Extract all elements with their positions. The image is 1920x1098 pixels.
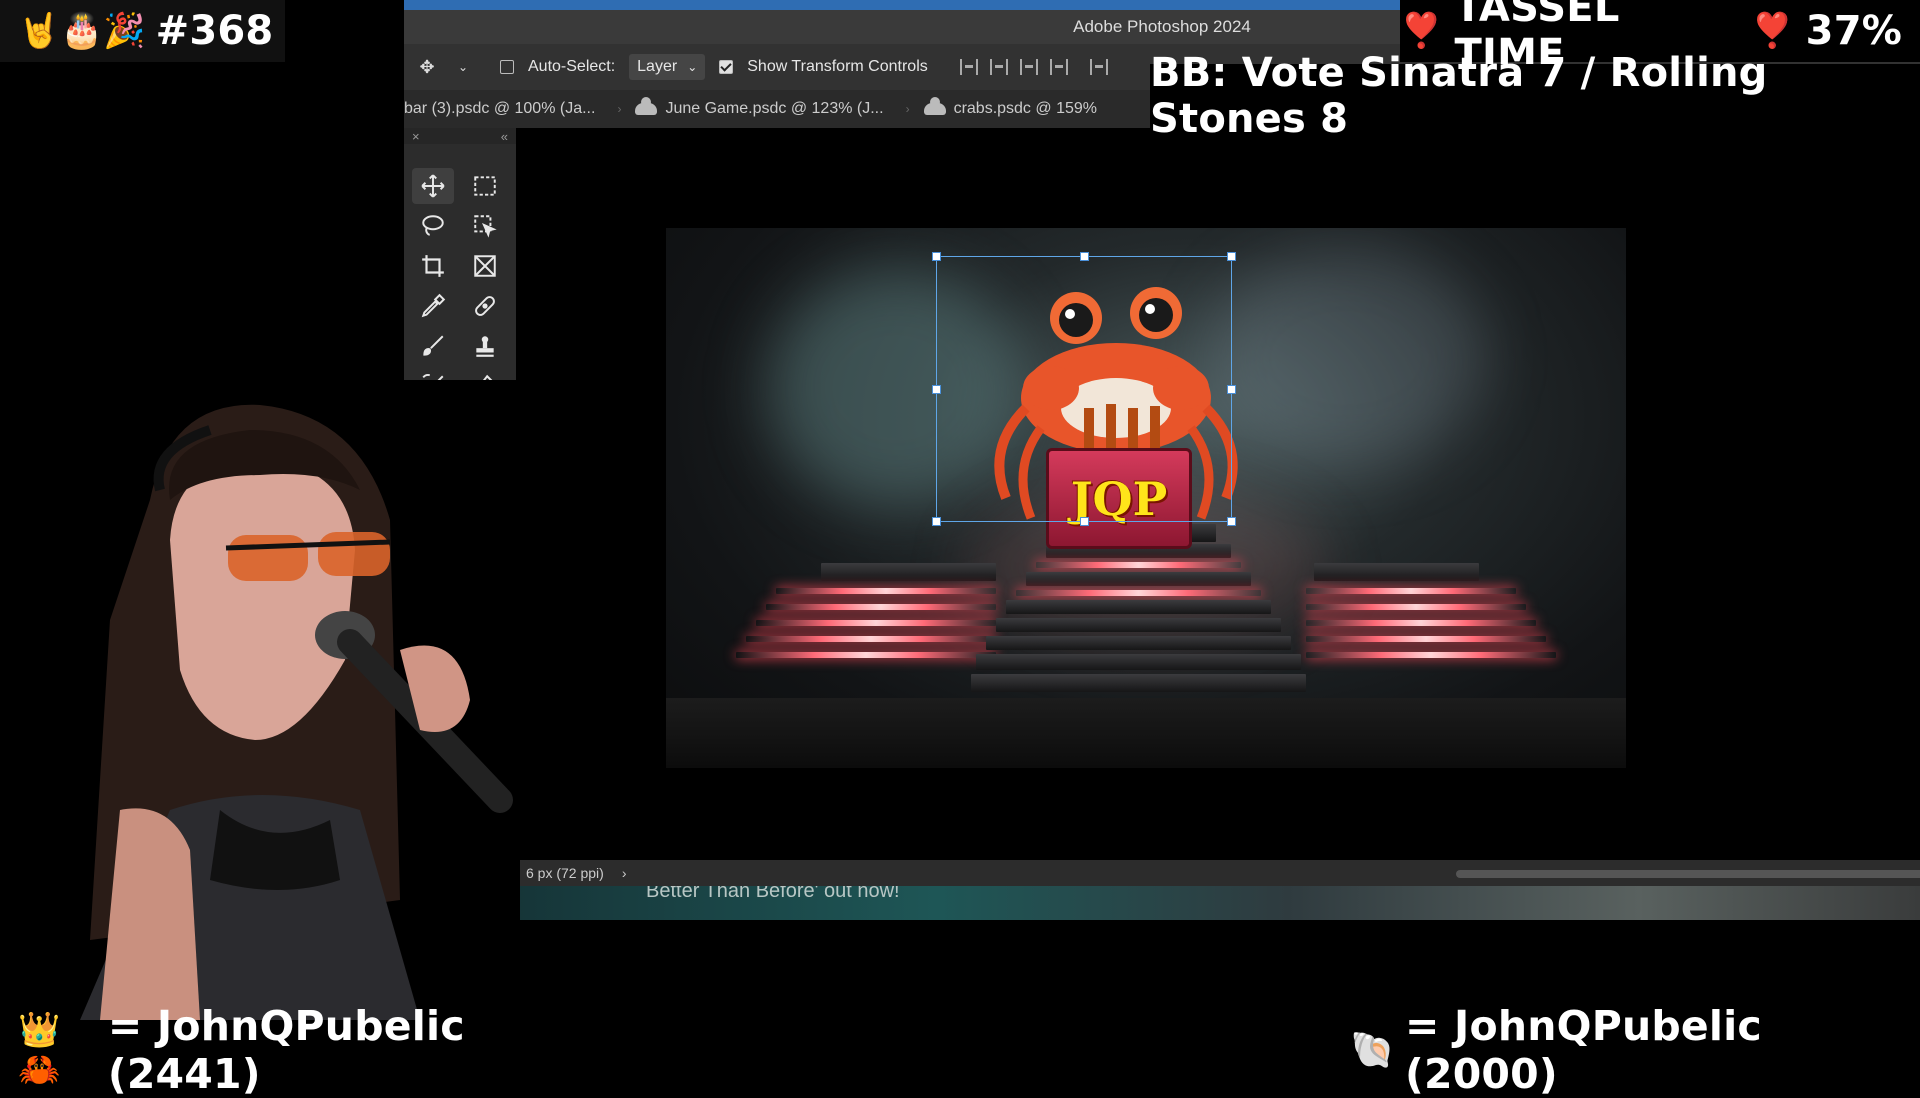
king-leaderboard: 👑🦀 = JohnQPubelic (2441) <box>0 1002 600 1098</box>
show-transform-checkbox[interactable] <box>719 60 734 74</box>
transform-handle[interactable] <box>932 385 941 394</box>
auto-select-checkbox[interactable] <box>500 60 514 74</box>
lower-banner-caption: Better Than Before' out now! <box>646 886 900 902</box>
auto-select-label: Auto-Select: <box>528 58 616 75</box>
lasso-tool-icon[interactable] <box>412 208 454 244</box>
center-step <box>1006 600 1271 614</box>
cloud-icon <box>635 97 658 115</box>
tassel-percent: 37% <box>1805 8 1902 54</box>
show-transform-label: Show Transform Controls <box>747 58 928 75</box>
transform-handle[interactable] <box>1227 385 1236 394</box>
tab-separator-icon: › <box>617 102 622 116</box>
healing-tool-icon[interactable] <box>464 288 506 324</box>
close-icon[interactable]: × <box>412 129 420 144</box>
align-right-icon[interactable] <box>1019 59 1038 75</box>
marquee-tool-icon[interactable] <box>464 168 506 204</box>
layer-select[interactable]: Layer ⌄ <box>629 54 706 80</box>
align-center-icon[interactable] <box>989 59 1008 75</box>
center-step <box>986 636 1291 650</box>
left-neon-step <box>756 620 996 626</box>
canvas-area[interactable]: JQP <box>516 128 1920 868</box>
chevron-down-icon[interactable]: ⌄ <box>452 56 474 78</box>
distribute-icon[interactable] <box>1049 59 1068 75</box>
chevron-down-icon: ⌄ <box>687 60 698 74</box>
tab-label: bar (3).psdc @ 100% (Ja... <box>404 100 596 117</box>
tab-label: crabs.psdc @ 159% <box>953 100 1097 117</box>
left-neon-step <box>746 636 996 642</box>
transform-handle[interactable] <box>1227 517 1236 526</box>
tab-bar-3[interactable]: bar (3).psdc @ 100% (Ja... <box>404 90 617 128</box>
transform-handle[interactable] <box>932 252 941 261</box>
brush-tool-icon[interactable] <box>412 328 454 364</box>
tool-row <box>412 248 508 288</box>
collapse-icon[interactable]: « <box>501 129 508 144</box>
transform-bounding-box[interactable] <box>932 252 1236 526</box>
left-neon-step <box>736 652 996 658</box>
align-controls <box>959 59 1108 75</box>
tool-row <box>412 208 508 248</box>
center-neon-step <box>1016 590 1261 596</box>
webcam-feed <box>0 380 520 1020</box>
tools-panel-header: × « <box>404 128 516 144</box>
object-select-tool-icon[interactable] <box>464 208 506 244</box>
transform-handle[interactable] <box>1080 517 1089 526</box>
artwork-canvas[interactable]: JQP <box>666 228 1626 768</box>
left-podium-top <box>821 563 996 581</box>
vote-banner: BB: Vote Sinatra 7 / Rolling Stones 8 <box>1150 50 1920 142</box>
counter-number: #368 <box>155 8 274 54</box>
move-tool-icon[interactable] <box>412 168 454 204</box>
tab-separator-icon: › <box>905 102 910 116</box>
center-step <box>971 674 1306 692</box>
align-left-icon[interactable] <box>959 59 978 75</box>
center-step <box>996 618 1281 632</box>
align-top-icon[interactable] <box>1089 59 1108 75</box>
left-neon-step <box>776 588 996 594</box>
king-leader-text: = JohnQPubelic (2441) <box>107 1002 465 1098</box>
lower-banner: Better Than Before' out now! <box>516 886 1920 920</box>
heart-icon: ❣️ <box>1751 11 1794 51</box>
window-title: Adobe Photoshop 2024 <box>1073 17 1251 36</box>
center-step <box>976 654 1301 670</box>
right-neon-step <box>1306 604 1526 610</box>
transform-handle[interactable] <box>1227 252 1236 261</box>
cloud-icon <box>923 97 946 115</box>
tool-row <box>412 288 508 328</box>
layer-select-value: Layer <box>637 58 678 75</box>
center-neon-step <box>1036 562 1241 568</box>
document-info: 6 px (72 ppi) <box>526 865 604 881</box>
stamp-tool-icon[interactable] <box>464 328 506 364</box>
tool-row <box>412 168 508 208</box>
right-neon-step <box>1306 588 1516 594</box>
eyedropper-tool-icon[interactable] <box>412 288 454 324</box>
streamer-image <box>0 380 520 1020</box>
right-neon-step <box>1306 620 1536 626</box>
crop-tool-icon[interactable] <box>412 248 454 284</box>
status-menu-arrow-icon[interactable]: › <box>622 865 627 881</box>
heart-icon: ❣️ <box>1400 11 1443 51</box>
shell-leader-text: = JohnQPubelic (2000) <box>1405 1002 1762 1098</box>
right-podium-top <box>1314 563 1479 581</box>
center-step <box>1026 572 1251 586</box>
counter-emoji-icons: 🤘🎂🎉 <box>18 11 146 51</box>
left-neon-step <box>766 604 996 610</box>
tab-label: June Game.psdc @ 123% (J... <box>665 100 884 117</box>
frame-tool-icon[interactable] <box>464 248 506 284</box>
transform-handle[interactable] <box>932 517 941 526</box>
right-neon-step <box>1306 652 1556 658</box>
vote-text: BB: Vote Sinatra 7 / Rolling Stones 8 <box>1150 50 1768 142</box>
move-icon[interactable]: ✥ <box>416 56 438 78</box>
tool-row <box>412 328 508 368</box>
shell-icon: 🐚 <box>1350 1030 1396 1071</box>
right-neon-step <box>1306 636 1546 642</box>
status-bar: 6 px (72 ppi) › <box>516 860 1920 886</box>
shell-leaderboard: 🐚 = JohnQPubelic (2000) <box>1350 1002 1920 1098</box>
horizontal-scrollbar[interactable] <box>1456 870 1920 878</box>
transform-handle[interactable] <box>1080 252 1089 261</box>
crown-crab-icons: 👑🦀 <box>18 1010 61 1090</box>
tab-crabs[interactable]: crabs.psdc @ 159% <box>923 90 1119 128</box>
tab-june-game[interactable]: June Game.psdc @ 123% (J... <box>635 90 905 128</box>
floor <box>666 698 1626 768</box>
stream-counter: 🤘🎂🎉 #368 <box>0 0 285 62</box>
